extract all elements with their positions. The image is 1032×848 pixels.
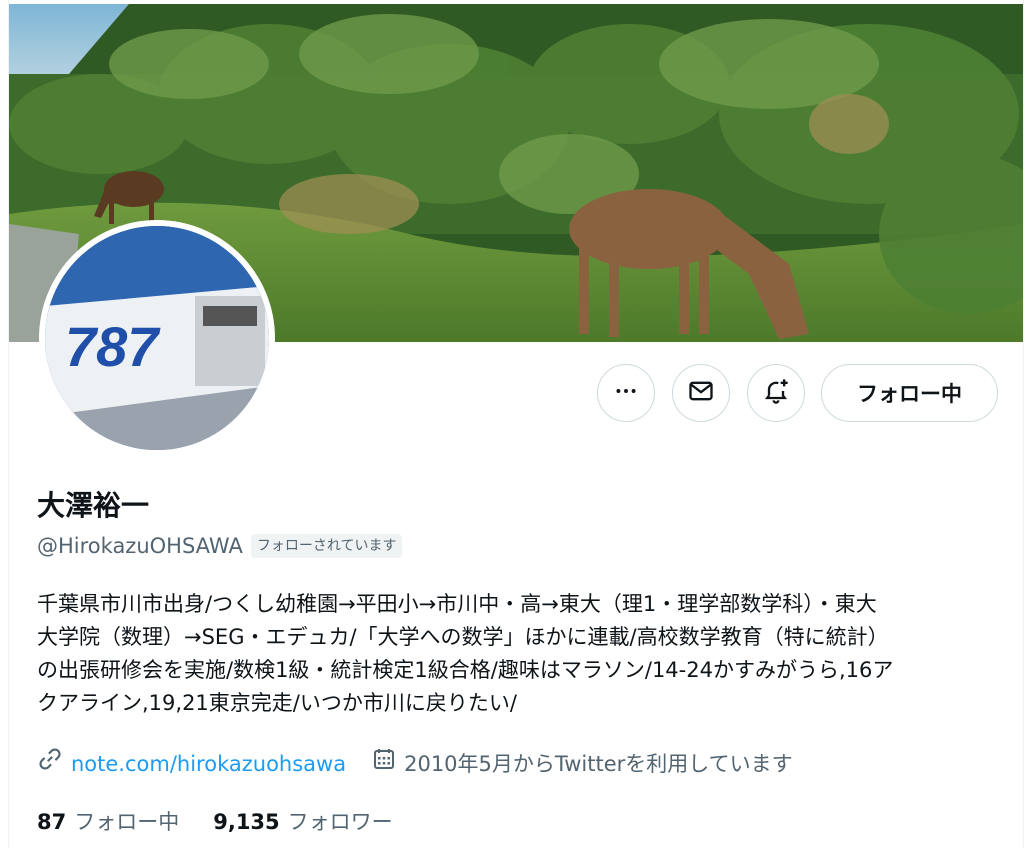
more-button[interactable] <box>597 364 655 422</box>
bio-line: 千葉県市川市出身/つくし幼稚園→平田小→市川中・高→東大（理1・理学部数学科）・… <box>37 592 877 616</box>
envelope-icon <box>687 377 715 409</box>
calendar-icon <box>372 747 396 780</box>
following-label: フォロー中 <box>74 810 180 834</box>
message-button[interactable] <box>672 364 730 422</box>
followers-count-link[interactable]: 9,135 フォロワー <box>213 806 392 838</box>
profile-handle: @HirokazuOHSAWA <box>37 534 243 558</box>
link-icon <box>37 746 63 781</box>
avatar-aircraft-text: 787 <box>65 315 161 378</box>
profile-display-name: 大澤裕一 <box>37 489 150 522</box>
following-count: 87 <box>37 810 67 834</box>
website-item: note.com/hirokazuohsawa <box>37 746 346 781</box>
bell-plus-icon <box>762 377 790 409</box>
following-count-link[interactable]: 87 フォロー中 <box>37 806 179 838</box>
more-horizontal-icon <box>613 378 639 408</box>
joined-item: 2010年5月からTwitterを利用しています <box>372 747 793 780</box>
followers-label: フォロワー <box>287 810 393 834</box>
profile-bio: 千葉県市川市出身/つくし幼稚園→平田小→市川中・高→東大（理1・理学部数学科）・… <box>37 588 1001 720</box>
following-button[interactable]: フォロー中 <box>821 364 998 422</box>
profile-meta: note.com/hirokazuohsawa 2010年5月からTwitter… <box>37 746 819 781</box>
followers-count: 9,135 <box>213 810 280 834</box>
handle-row: @HirokazuOHSAWA フォローされています <box>37 532 403 560</box>
bio-line: クアライン,19,21東京完走/いつか市川に戻りたい/ <box>37 691 517 715</box>
bio-line: 大学院（数理）→SEG・エデュカ/「大学への数学」ほかに連載/高校数学教育（特に… <box>37 625 889 649</box>
notifications-button[interactable] <box>747 364 805 422</box>
website-link[interactable]: note.com/hirokazuohsawa <box>71 748 346 780</box>
follows-you-badge: フォローされています <box>250 534 403 558</box>
profile-avatar[interactable]: 787 <box>39 220 275 456</box>
joined-date: 2010年5月からTwitterを利用しています <box>404 751 793 776</box>
profile-counts: 87 フォロー中 9,135 フォロワー <box>37 806 427 838</box>
profile-page: 787 フォロー中 大澤裕一 @HirokazuOHSAWA フォローされていま… <box>8 0 1024 848</box>
bio-line: の出張研修会を実施/数検1級・統計検定1級合格/趣味はマラソン/14-24かすみ… <box>37 658 894 682</box>
